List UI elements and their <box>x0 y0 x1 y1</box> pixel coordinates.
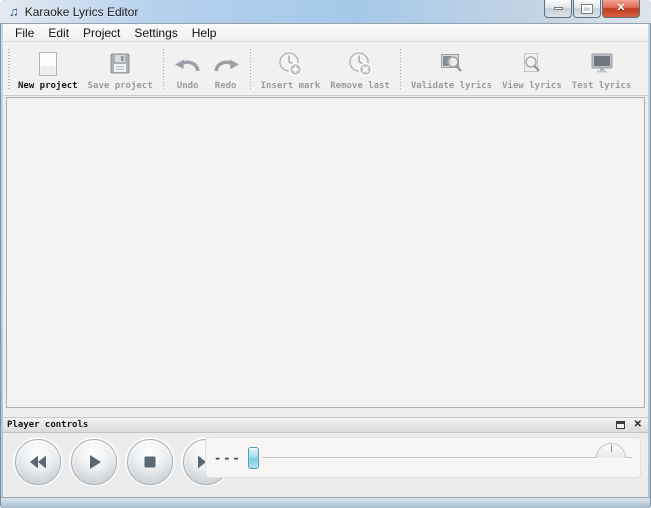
player-controls-dock-header[interactable]: Player controls ✕ <box>3 417 648 433</box>
validate-lyrics-button[interactable]: Validate lyrics <box>406 45 497 93</box>
maximize-icon <box>582 5 592 13</box>
toolbar-button-label: Remove last <box>330 81 390 91</box>
undo-button[interactable]: Undo <box>169 45 207 93</box>
seek-slider[interactable] <box>248 438 632 477</box>
toolbar-button-label: View lyrics <box>502 81 562 91</box>
toolbar-separator <box>400 49 401 89</box>
monitor-icon <box>588 49 616 79</box>
toolbar-separator <box>163 49 164 89</box>
undo-arrow-icon <box>174 49 202 79</box>
slider-handle[interactable] <box>248 447 259 469</box>
stop-button[interactable] <box>127 439 173 485</box>
toolbar-button-label: Redo <box>215 81 237 91</box>
floppy-disk-icon <box>107 49 133 79</box>
menu-project[interactable]: Project <box>76 25 127 41</box>
volume-dial[interactable] <box>596 443 626 458</box>
toolbar-button-label: Insert mark <box>261 81 321 91</box>
minimize-icon <box>554 7 563 10</box>
minimize-button[interactable] <box>544 0 572 18</box>
view-lyrics-button[interactable]: View lyrics <box>497 45 567 93</box>
play-icon <box>84 452 104 472</box>
toolbar-button-label: Validate lyrics <box>411 81 492 91</box>
menubar: File Edit Project Settings Help <box>3 24 648 42</box>
maximize-button[interactable] <box>573 0 601 18</box>
window-controls: ✕ <box>543 0 640 18</box>
clock-plus-icon <box>276 49 304 79</box>
window-title: Karaoke Lyrics Editor <box>25 5 139 19</box>
toolbar-drag-handle[interactable] <box>6 49 11 89</box>
play-button[interactable] <box>71 439 117 485</box>
redo-button[interactable]: Redo <box>207 45 245 93</box>
redo-arrow-icon <box>212 49 240 79</box>
remove-last-button[interactable]: Remove last <box>325 45 395 93</box>
dial-notch-icon <box>611 445 612 452</box>
toolbar-button-label: Save project <box>88 81 153 91</box>
window-bottom-frame <box>1 497 650 508</box>
test-lyrics-button[interactable]: Test lyrics <box>567 45 637 93</box>
music-note-icon: ♫ <box>9 5 19 18</box>
app-window: ♫ Karaoke Lyrics Editor ✕ File Edit Proj… <box>0 0 651 508</box>
toolbar-button-label: New project <box>18 81 78 91</box>
insert-mark-button[interactable]: Insert mark <box>256 45 326 93</box>
app-content: File Edit Project Settings Help New proj… <box>3 24 648 497</box>
rewind-button[interactable] <box>15 439 61 485</box>
menu-file[interactable]: File <box>8 25 41 41</box>
new-project-button[interactable]: New project <box>13 45 83 93</box>
menu-edit[interactable]: Edit <box>41 25 76 41</box>
new-document-icon <box>35 49 61 79</box>
close-icon: ✕ <box>616 3 625 14</box>
player-controls-panel: --- <box>3 433 648 497</box>
dock-close-icon[interactable]: ✕ <box>634 420 642 430</box>
toolbar-button-label: Test lyrics <box>572 81 632 91</box>
toolbar-separator <box>250 49 251 89</box>
rewind-icon <box>27 452 49 472</box>
clock-remove-icon <box>346 49 374 79</box>
menu-help[interactable]: Help <box>185 25 224 41</box>
time-display: --- <box>214 451 242 465</box>
seek-panel: --- <box>205 437 641 478</box>
editor-container <box>3 96 648 417</box>
lyrics-editor[interactable] <box>6 97 645 408</box>
save-project-button[interactable]: Save project <box>83 45 158 93</box>
stop-icon <box>140 452 160 472</box>
window-magnifier-icon <box>438 49 466 79</box>
document-magnifier-icon <box>518 49 546 79</box>
slider-groove[interactable] <box>262 457 632 459</box>
toolbar-button-label: Undo <box>177 81 199 91</box>
toolbar: New project Save project <box>3 42 648 96</box>
float-window-icon[interactable] <box>616 421 625 429</box>
dock-title: Player controls <box>7 420 616 430</box>
menu-settings[interactable]: Settings <box>127 25 184 41</box>
close-button[interactable]: ✕ <box>602 0 640 18</box>
